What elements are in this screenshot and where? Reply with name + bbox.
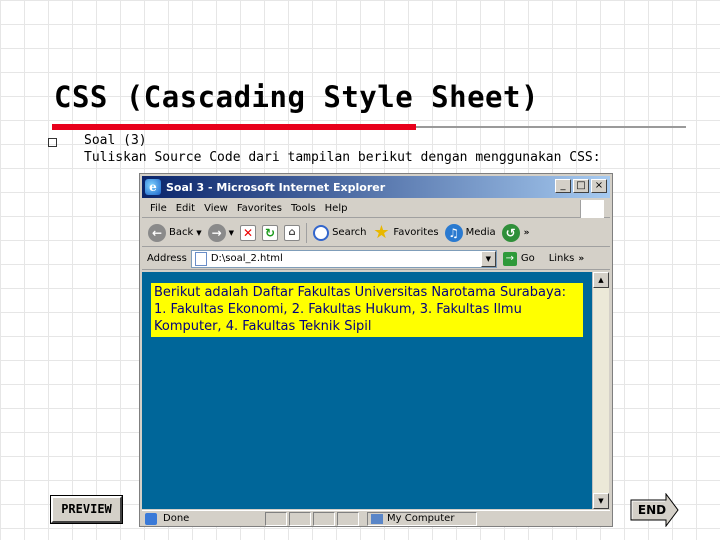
status-cell	[289, 511, 311, 526]
menu-edit[interactable]: Edit	[176, 203, 195, 214]
highlighted-paragraph: Berikut adalah Daftar Fakultas Universit…	[151, 283, 583, 337]
bullet-heading: Soal (3)	[84, 133, 147, 148]
links-button[interactable]: Links	[549, 253, 575, 264]
status-cell	[265, 511, 287, 526]
home-icon: ⌂	[284, 224, 301, 241]
minimize-button[interactable]: _	[555, 179, 571, 193]
menu-favorites[interactable]: Favorites	[237, 203, 282, 214]
browser-window-title: Soal 3 - Microsoft Internet Explorer	[166, 180, 386, 194]
media-button[interactable]: ♫ Media	[444, 223, 496, 242]
address-label: Address	[147, 253, 187, 264]
standard-toolbar: ← Back ▼ → ▼ ✕ ↻ ⌂ Search ★ Favorites ♫ …	[142, 219, 610, 247]
history-button[interactable]: ↺	[501, 223, 520, 242]
security-zone: My Computer	[367, 511, 477, 526]
preview-button[interactable]: PREVIEW	[50, 495, 123, 524]
menu-bar: File Edit View Favorites Tools Help	[142, 200, 610, 218]
bullet-instruction: Tuliskan Source Code dari tampilan berik…	[84, 150, 601, 165]
status-cell	[337, 511, 359, 526]
bullet-square-icon	[48, 138, 57, 147]
stop-icon: ✕	[240, 224, 257, 241]
home-button[interactable]: ⌂	[284, 224, 301, 241]
page-status-icon	[145, 512, 157, 525]
page-content: Berikut adalah Daftar Fakultas Universit…	[142, 272, 592, 509]
back-dropdown-icon[interactable]: ▼	[196, 229, 201, 237]
links-chevron-icon[interactable]: »	[578, 254, 584, 264]
address-bar: Address D:\soal_2.html ▼ → Go Links »	[142, 248, 610, 270]
toolbar-overflow-chevron-icon[interactable]: »	[524, 228, 530, 238]
title-underline-accent	[52, 124, 416, 130]
menu-help[interactable]: Help	[325, 203, 348, 214]
zone-label: My Computer	[387, 513, 455, 524]
address-value: D:\soal_2.html	[210, 253, 283, 264]
media-icon: ♫	[444, 223, 463, 242]
internet-explorer-icon: e	[145, 179, 161, 195]
search-label: Search	[332, 227, 367, 238]
menu-tools[interactable]: Tools	[291, 203, 316, 214]
go-arrow-icon[interactable]: →	[502, 251, 517, 266]
windows-logo-icon	[580, 200, 604, 218]
address-input[interactable]: D:\soal_2.html ▼	[190, 249, 497, 268]
scroll-up-icon[interactable]: ▲	[593, 272, 609, 288]
stop-button[interactable]: ✕	[240, 224, 257, 241]
scroll-down-icon[interactable]: ▼	[593, 493, 609, 509]
window-controls: _ □ ×	[555, 179, 607, 193]
media-label: Media	[465, 227, 496, 238]
back-label: Back	[169, 227, 194, 238]
status-bar: Done My Computer	[142, 510, 610, 526]
menu-view[interactable]: View	[204, 203, 228, 214]
forward-arrow-icon: →	[207, 223, 226, 242]
title-underline-rule	[416, 126, 686, 128]
browser-title-bar[interactable]: e Soal 3 - Microsoft Internet Explorer _…	[142, 176, 610, 198]
end-button[interactable]: END	[630, 492, 680, 528]
refresh-button[interactable]: ↻	[262, 224, 279, 241]
favorites-button[interactable]: ★ Favorites	[372, 221, 439, 243]
refresh-icon: ↻	[262, 224, 279, 241]
status-cell	[313, 511, 335, 526]
menu-file[interactable]: File	[150, 203, 167, 214]
maximize-button[interactable]: □	[573, 179, 589, 193]
page-icon	[194, 251, 207, 266]
forward-dropdown-icon[interactable]: ▼	[229, 229, 234, 237]
favorites-label: Favorites	[393, 227, 439, 238]
back-arrow-icon: ←	[148, 223, 166, 242]
browser-window: e Soal 3 - Microsoft Internet Explorer _…	[139, 173, 613, 527]
star-icon: ★	[373, 221, 390, 243]
address-dropdown-icon[interactable]: ▼	[480, 250, 496, 267]
end-label: END	[637, 503, 667, 517]
close-button[interactable]: ×	[591, 179, 607, 193]
toolbar-separator	[306, 222, 308, 243]
vertical-scrollbar[interactable]: ▲ ▼	[592, 272, 609, 509]
my-computer-icon	[371, 513, 383, 524]
history-icon: ↺	[501, 223, 520, 242]
slide-title: CSS (Cascading Style Sheet)	[54, 80, 539, 114]
search-button[interactable]: Search	[313, 224, 367, 241]
search-icon	[313, 224, 330, 241]
status-text: Done	[163, 513, 190, 524]
forward-button[interactable]: → ▼	[207, 223, 234, 242]
back-button[interactable]: ← Back ▼	[148, 223, 202, 242]
go-button[interactable]: Go	[521, 253, 535, 264]
